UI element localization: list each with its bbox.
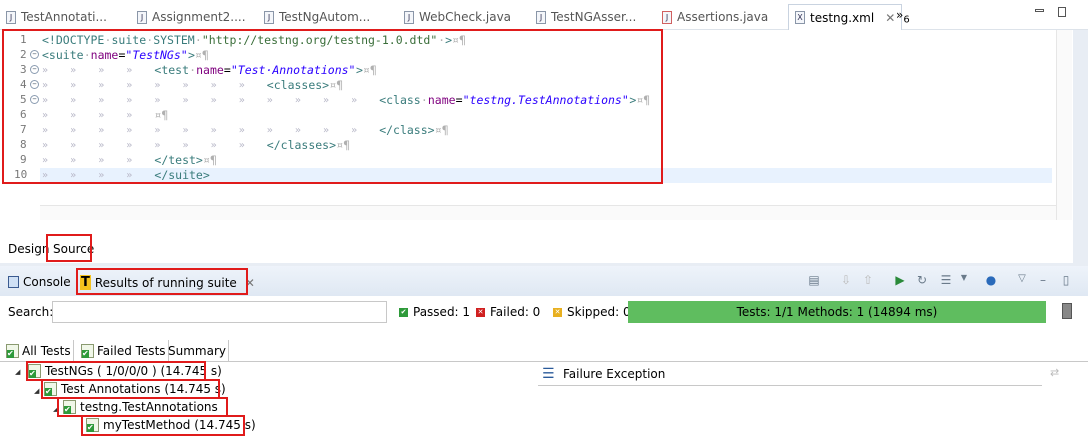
- expand-arrow-icon[interactable]: ◢: [15, 368, 20, 376]
- java-file-icon: J: [264, 10, 274, 24]
- file-tab[interactable]: J Assertions.java: [662, 6, 768, 28]
- tab-design[interactable]: Design: [8, 242, 49, 256]
- view-menu-icon[interactable]: ▽: [1014, 273, 1030, 289]
- java-file-icon: J: [404, 10, 414, 24]
- layout-toggle-icon[interactable]: ⇄: [1050, 366, 1059, 379]
- xml-file-icon: X: [795, 11, 805, 24]
- test-hierarchy-icon: [81, 344, 94, 358]
- skipped-label: Skipped: 0: [567, 305, 631, 319]
- globe-icon[interactable]: ●: [983, 273, 999, 289]
- passed-label: Passed: 1: [413, 305, 471, 319]
- skipped-count: ✕ Skipped: 0: [553, 305, 631, 319]
- java-error-file-icon: J: [662, 10, 672, 24]
- divider: [538, 385, 1042, 386]
- file-tab[interactable]: Xtestng.xml ✕: [788, 4, 903, 30]
- console-icon: [8, 276, 19, 288]
- overflow-tabs-button[interactable]: »6: [896, 8, 910, 25]
- skipped-icon: ✕: [553, 307, 562, 317]
- file-tab-label: testng.xml: [810, 10, 875, 25]
- failed-count: ✕ Failed: 0: [476, 305, 540, 319]
- file-tab[interactable]: J WebCheck.java: [404, 6, 511, 28]
- file-tab[interactable]: J TestNgAutom...: [264, 6, 370, 28]
- tab-summary[interactable]: Summary: [166, 340, 229, 362]
- passed-count: ✔ Passed: 1: [399, 305, 470, 319]
- tab-failed-tests-label: Failed Tests: [97, 344, 166, 358]
- tab-summary-label: Summary: [168, 344, 226, 358]
- close-icon[interactable]: ✕: [885, 11, 895, 25]
- search-input[interactable]: [52, 301, 387, 323]
- stop-icon[interactable]: [1062, 303, 1072, 319]
- editor-mode-tabs: [0, 235, 1073, 263]
- file-tab-label: Assignment2....: [152, 10, 246, 24]
- passed-icon: ✔: [399, 307, 408, 317]
- failed-icon: ✕: [476, 307, 485, 317]
- file-tab[interactable]: J TestAnnotati...: [6, 6, 107, 28]
- java-file-icon: J: [6, 10, 16, 24]
- file-tab[interactable]: J Assignment2....: [137, 6, 246, 28]
- progress-bar: Tests: 1/1 Methods: 1 (14894 ms): [628, 301, 1046, 323]
- java-file-icon: J: [137, 10, 147, 24]
- file-tab-label: Assertions.java: [677, 10, 769, 24]
- highlight-box: [41, 379, 220, 399]
- file-tab-label: TestNgAutom...: [279, 10, 371, 24]
- java-file-icon: J: [536, 10, 546, 24]
- minimize-icon[interactable]: [1035, 9, 1044, 12]
- expand-arrow-icon[interactable]: ◢: [34, 387, 39, 395]
- horizontal-scrollbar[interactable]: [40, 205, 1056, 220]
- file-tab-label: WebCheck.java: [419, 10, 512, 24]
- clear-results-icon[interactable]: ▤: [806, 273, 822, 289]
- tab-all-tests-label: All Tests: [22, 344, 71, 358]
- highlight-box-results: [76, 268, 248, 295]
- highlight-box: [26, 361, 206, 381]
- chevron-down-icon[interactable]: ▼: [956, 273, 972, 289]
- rerun-failed-icon[interactable]: ↻: [914, 273, 930, 289]
- test-hierarchy-icon: [6, 344, 19, 358]
- layout-menu-icon[interactable]: ☰: [938, 273, 954, 289]
- tab-console-label: Console: [23, 275, 71, 289]
- next-failure-icon[interactable]: ⇩: [838, 273, 854, 289]
- highlight-box-code: [2, 29, 663, 184]
- file-tab[interactable]: J TestNGAsser...: [536, 6, 636, 28]
- file-tab-label: TestNGAsser...: [551, 10, 637, 24]
- highlight-box: [81, 415, 245, 436]
- stack-trace-icon: ☰: [542, 366, 555, 382]
- overflow-count: 6: [903, 14, 910, 26]
- search-label: Search:: [8, 305, 54, 319]
- minimize-panel-icon[interactable]: –: [1035, 273, 1051, 289]
- file-tab-label: TestAnnotati...: [21, 10, 107, 24]
- tab-failed-tests[interactable]: Failed Tests: [79, 340, 169, 362]
- tab-all-tests[interactable]: All Tests: [4, 340, 74, 362]
- rerun-icon[interactable]: ▶: [892, 273, 908, 289]
- previous-failure-icon[interactable]: ⇧: [860, 273, 876, 289]
- vertical-scrollbar[interactable]: [1056, 30, 1072, 220]
- failure-exception-title: Failure Exception: [563, 367, 666, 381]
- maximize-icon[interactable]: [1058, 7, 1066, 17]
- highlight-box: [57, 397, 228, 417]
- highlight-box-source: [46, 234, 92, 262]
- tab-console[interactable]: Console: [8, 275, 71, 289]
- maximize-panel-icon[interactable]: ▯: [1058, 273, 1074, 289]
- failed-label: Failed: 0: [490, 305, 541, 319]
